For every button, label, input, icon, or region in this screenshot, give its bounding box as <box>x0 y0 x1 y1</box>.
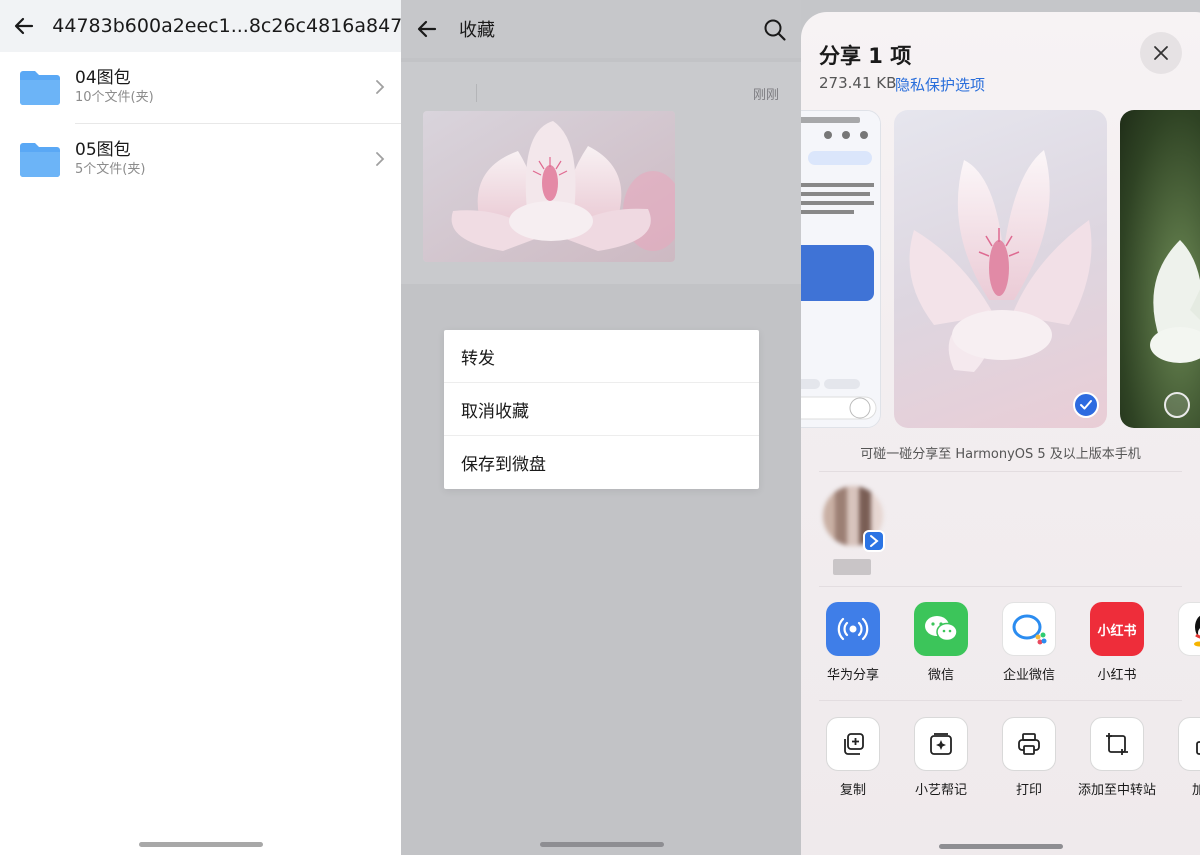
action-print[interactable]: 打印 <box>989 717 1069 798</box>
folder-icon <box>20 143 60 177</box>
folder-count: 5个文件(夹) <box>75 162 146 177</box>
xiaoyi-note-icon <box>914 717 968 771</box>
chevron-right-icon <box>376 152 385 166</box>
folder-text: 04图包 10个文件(夹) <box>75 67 154 107</box>
copy-icon <box>826 717 880 771</box>
qq-icon <box>1178 602 1200 656</box>
huawei-share-badge-icon <box>863 530 885 552</box>
action-transfer-station[interactable]: 添加至中转站 <box>1077 717 1157 798</box>
section-divider <box>819 471 1182 472</box>
folder-name: 04图包 <box>75 68 131 88</box>
action-label: 添加至中转站 <box>1077 783 1156 798</box>
archive-title: 44783b600a2eec1...8c26c4816a847.zip <box>52 15 401 37</box>
folder-name: 05图包 <box>75 140 131 160</box>
back-button[interactable] <box>401 3 453 55</box>
context-menu: 转发 取消收藏 保存到微盘 <box>444 330 759 489</box>
wecom-icon <box>1002 602 1056 656</box>
wechat-icon <box>914 602 968 656</box>
share-pane: 分享 1 项 273.41 KB 隐私保护选项 可碰一碰分享至 HarmonyO… <box>801 0 1200 855</box>
folder-icon <box>20 71 60 105</box>
share-title: 分享 1 项 <box>819 44 912 68</box>
share-arrow-icon <box>870 535 879 547</box>
share-thumbnail-selected[interactable] <box>894 110 1107 428</box>
chevron-right-icon <box>376 80 385 94</box>
section-divider <box>819 586 1182 587</box>
recent-contact[interactable] <box>823 486 885 552</box>
action-label: 加密 <box>1191 783 1200 798</box>
app-qq[interactable]: Q <box>1165 602 1200 679</box>
folder-row[interactable]: 05图包 5个文件(夹) <box>0 124 401 195</box>
favorite-timestamp: 刚刚 <box>752 88 779 103</box>
app-label: 微信 <box>927 668 954 683</box>
share-sheet: 分享 1 项 273.41 KB 隐私保护选项 可碰一碰分享至 HarmonyO… <box>801 12 1200 855</box>
app-wechat[interactable]: 微信 <box>901 602 981 683</box>
action-label: 小艺帮记 <box>914 783 967 798</box>
search-icon[interactable] <box>763 18 787 42</box>
xiaohongshu-logo-text: 小红书 <box>1097 623 1137 639</box>
print-icon <box>1002 717 1056 771</box>
folder-text: 05图包 5个文件(夹) <box>75 139 145 179</box>
favorites-pane: 收藏 刚刚 转发 取消收藏 保存到微盘 <box>401 0 801 855</box>
huawei-share-icon <box>826 602 880 656</box>
app-label: 小红书 <box>1097 668 1137 683</box>
share-thumbnail[interactable] <box>1120 110 1200 428</box>
app-xiaohongshu[interactable]: 小红书 小红书 <box>1077 602 1157 683</box>
encrypt-icon <box>1178 717 1200 771</box>
app-wecom[interactable]: 企业微信 <box>989 602 1069 683</box>
favorite-item[interactable]: 刚刚 <box>401 62 801 284</box>
app-label: 华为分享 <box>826 668 879 683</box>
app-huawei-share[interactable]: 华为分享 <box>813 602 893 683</box>
home-indicator[interactable] <box>939 844 1063 849</box>
folder-count: 10个文件(夹) <box>75 90 154 105</box>
app-label: Q <box>1165 664 1200 679</box>
meta-separator <box>476 84 477 102</box>
privacy-options-link[interactable]: 隐私保护选项 <box>895 74 985 95</box>
unselected-checkbox[interactable] <box>1164 392 1190 418</box>
magnolia-illustration <box>423 111 675 262</box>
back-arrow-icon <box>14 17 33 35</box>
magnolia-thumbnail <box>909 150 1092 372</box>
knock-share-hint: 可碰一碰分享至 HarmonyOS 5 及以上版本手机 <box>860 447 1141 462</box>
selected-checkmark[interactable] <box>1073 392 1099 418</box>
home-indicator[interactable] <box>540 842 664 847</box>
file-browser-header: 44783b600a2eec1...8c26c4816a847.zip <box>0 0 401 52</box>
close-button[interactable] <box>1140 32 1182 74</box>
action-xiaoyi-note[interactable]: 小艺帮记 <box>901 717 981 798</box>
home-indicator[interactable] <box>139 842 263 847</box>
transfer-station-icon <box>1090 717 1144 771</box>
menu-item-unfavorite[interactable]: 取消收藏 <box>444 383 759 436</box>
flower-photo-thumbnail <box>1150 240 1200 363</box>
back-arrow-icon <box>417 20 437 38</box>
action-copy[interactable]: 复制 <box>813 717 893 798</box>
section-divider <box>819 700 1182 701</box>
share-thumbnail[interactable] <box>801 110 881 428</box>
action-label: 复制 <box>839 783 866 798</box>
checkmark-icon <box>1080 400 1092 410</box>
contact-name-blurred <box>833 559 871 575</box>
file-browser-pane: 44783b600a2eec1...8c26c4816a847.zip 04图包… <box>0 0 401 855</box>
chat-screenshot-thumbnail <box>801 111 880 427</box>
folder-row[interactable]: 04图包 10个文件(夹) <box>0 52 401 123</box>
action-label: 打印 <box>1015 783 1042 798</box>
menu-item-save-to-drive[interactable]: 保存到微盘 <box>444 436 759 489</box>
favorites-header: 收藏 <box>401 0 801 58</box>
action-encrypt[interactable]: 加密 <box>1165 717 1200 798</box>
share-size: 273.41 KB <box>819 74 897 92</box>
magnolia-image[interactable] <box>423 111 675 262</box>
page-title: 收藏 <box>459 20 495 41</box>
back-button[interactable] <box>0 0 47 52</box>
close-icon <box>1154 46 1168 60</box>
xiaohongshu-icon: 小红书 <box>1090 602 1144 656</box>
menu-item-forward[interactable]: 转发 <box>444 330 759 383</box>
app-label: 企业微信 <box>1002 668 1055 683</box>
